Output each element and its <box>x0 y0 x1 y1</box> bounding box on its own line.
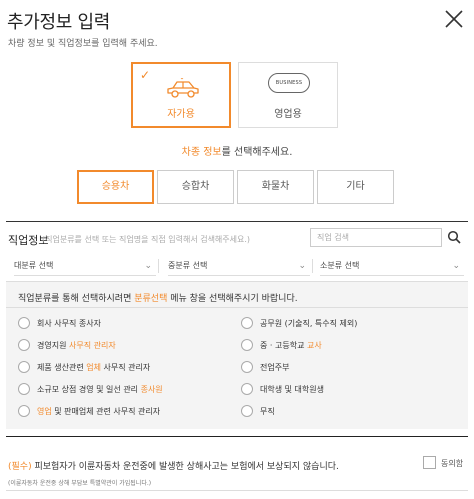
notice-divider <box>6 436 468 437</box>
middle-category-select[interactable]: 중분류 선택 ⌄ <box>168 256 310 276</box>
job-option-label: 소규모 상점 경영 및 일선 관리 종사원 <box>37 385 163 394</box>
job-search-input[interactable]: 직업 검색 <box>310 228 442 247</box>
page-subtitle: 차량 정보 및 직업정보를 입력해 주세요. <box>8 39 158 49</box>
job-option-label: 회사 사무직 종사자 <box>37 319 101 328</box>
agree-label: 동의함 <box>441 459 464 468</box>
search-icon[interactable] <box>447 230 461 244</box>
job-option-radio[interactable] <box>18 405 30 417</box>
major-category-value: 대분류 선택 <box>14 261 54 270</box>
dropdown-separator <box>158 259 159 273</box>
car-type-message-rest: 를 선택해주세요. <box>221 147 293 158</box>
car-type-van-button[interactable]: 승합차 <box>157 170 234 204</box>
job-panel-header-highlight: 분류선택 <box>134 294 168 304</box>
job-option-label: 영업 및 판매업체 관련 사무직 관리자 <box>37 407 161 416</box>
car-type-message: 차종 정보를 선택해주세요. <box>0 143 474 158</box>
panel-divider <box>6 307 468 308</box>
job-option-label: 경영지원 사무직 관리자 <box>37 341 116 350</box>
page-title: 추가정보 입력 <box>7 12 110 33</box>
chevron-down-icon: ⌄ <box>452 261 460 271</box>
usage-private-label: 자가용 <box>167 109 195 120</box>
chevron-down-icon: ⌄ <box>144 261 152 271</box>
car-type-highlight: 차종 정보 <box>181 147 222 158</box>
car-type-truck-button[interactable]: 화물차 <box>237 170 314 204</box>
notice-subtext: (이륜자동차 운전중 상해 부담보 특별약관이 가입됩니다.) <box>8 480 152 487</box>
usage-business-card[interactable]: BUSINESS 영업용 <box>238 62 338 128</box>
notice-bottom-divider <box>6 490 468 491</box>
job-option-label: 대학생 및 대학원생 <box>260 385 324 394</box>
job-panel-header-post: 메뉴 창을 선택해주시기 바랍니다. <box>167 294 298 304</box>
check-icon: ✓ <box>140 68 151 82</box>
chevron-down-icon: ⌄ <box>298 261 306 271</box>
job-option-radio[interactable] <box>18 317 30 329</box>
usage-private-card[interactable]: ✓ 자가용 <box>131 62 231 128</box>
middle-category-value: 중분류 선택 <box>168 261 208 270</box>
job-option-radio[interactable] <box>18 339 30 351</box>
close-icon[interactable] <box>443 8 465 30</box>
car-icon <box>167 78 199 98</box>
notice-body: 피보험자가 이륜자동차 운전중에 발생한 상해사고는 보험에서 보상되지 않습니… <box>31 462 339 472</box>
job-option-label: 무직 <box>260 407 275 416</box>
job-option-label: 제품 생산관련 업체 사무직 관리자 <box>37 363 151 372</box>
section-divider <box>6 221 468 222</box>
job-option-radio[interactable] <box>241 317 253 329</box>
job-section-hint: (직업분류를 선택 또는 직업명을 직접 입력해서 검색해주세요.) <box>42 235 251 244</box>
job-option-label: 공무원 (기술직, 특수직 제외) <box>260 319 358 328</box>
major-category-select[interactable]: 대분류 선택 ⌄ <box>14 256 156 276</box>
job-option-radio[interactable] <box>18 383 30 395</box>
job-option-radio[interactable] <box>241 361 253 373</box>
notice-text: (필수) 피보험자가 이륜자동차 운전중에 발생한 상해사고는 보험에서 보상되… <box>8 459 339 472</box>
business-badge-icon: BUSINESS <box>268 73 310 93</box>
job-option-label: 전업주부 <box>260 363 290 372</box>
job-panel-header: 직업분류를 통해 선택하시려면 분류선택 메뉴 창을 선택해주시기 바랍니다. <box>18 291 298 304</box>
usage-business-label: 영업용 <box>274 109 302 120</box>
job-option-label: 중 · 고등학교 교사 <box>260 341 322 350</box>
agree-checkbox[interactable] <box>423 456 436 469</box>
job-option-radio[interactable] <box>241 383 253 395</box>
car-type-sedan-button[interactable]: 승용차 <box>77 170 154 204</box>
notice-required-tag: (필수) <box>8 462 32 472</box>
car-type-other-button[interactable]: 기타 <box>317 170 394 204</box>
job-option-radio[interactable] <box>241 405 253 417</box>
minor-category-select[interactable]: 소분류 선택 ⌄ <box>320 256 464 276</box>
job-option-radio[interactable] <box>241 339 253 351</box>
dropdown-separator <box>312 259 313 273</box>
job-option-radio[interactable] <box>18 361 30 373</box>
minor-category-value: 소분류 선택 <box>320 261 360 270</box>
job-panel-header-pre: 직업분류를 통해 선택하시려면 <box>18 294 135 304</box>
